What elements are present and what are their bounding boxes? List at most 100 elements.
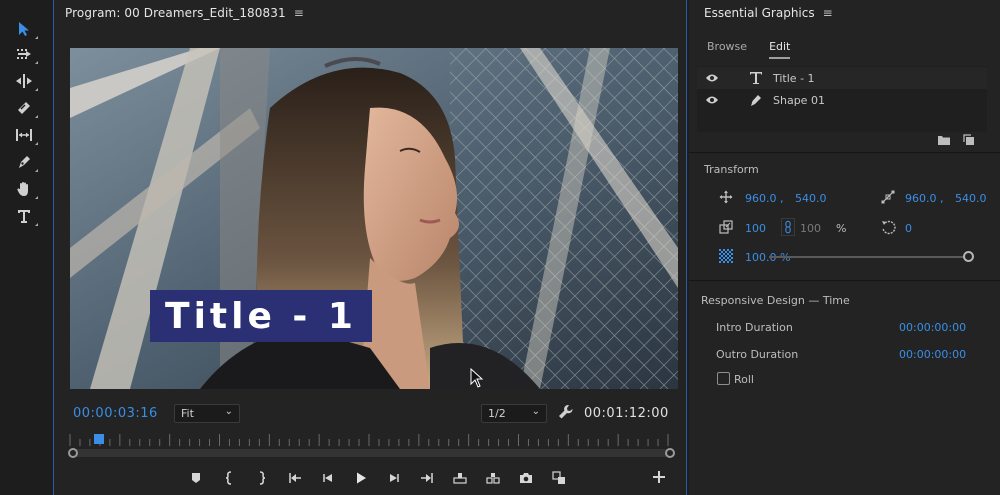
pen-tool[interactable] — [12, 151, 38, 173]
camera-icon — [519, 473, 532, 483]
hand-tool[interactable] — [12, 178, 38, 200]
mark-out-button[interactable] — [245, 468, 278, 488]
mark-in-button[interactable] — [212, 468, 245, 488]
selection-tool[interactable] — [12, 18, 38, 40]
intro-duration-label: Intro Duration — [716, 321, 793, 334]
settings-wrench-icon[interactable] — [558, 404, 574, 420]
tools-panel — [0, 0, 52, 495]
tab-edit[interactable]: Edit — [769, 40, 791, 59]
scale-unit: % — [836, 222, 847, 235]
transport-controls — [179, 468, 575, 488]
video-frame[interactable]: Title - 1 — [70, 48, 678, 389]
scale-icon — [719, 220, 733, 234]
pen-icon — [751, 95, 761, 106]
layer-row-title[interactable]: Title - 1 — [697, 67, 987, 89]
eye-icon[interactable] — [705, 73, 719, 83]
go-to-in-button[interactable] — [278, 468, 311, 488]
button-editor-plus-icon[interactable] — [651, 469, 667, 485]
zoom-scroll-handle-right[interactable] — [665, 448, 675, 458]
layer-name: Shape 01 — [773, 93, 825, 107]
type-tool[interactable] — [12, 205, 38, 227]
mark-in-icon — [225, 471, 231, 485]
track-select-forward-tool[interactable] — [12, 43, 38, 65]
zoom-level-select[interactable]: Fit ⌄ — [174, 404, 240, 423]
ripple-edit-icon — [16, 74, 32, 88]
scale-linked-value[interactable]: 100 — [800, 222, 821, 235]
eye-icon[interactable] — [705, 95, 719, 105]
chevron-down-icon: ⌄ — [531, 406, 540, 417]
marker-icon — [191, 473, 200, 483]
selection-tool-icon — [19, 22, 29, 36]
link-icon[interactable] — [781, 218, 795, 236]
slip-icon — [16, 129, 32, 141]
extract-button[interactable] — [476, 468, 509, 488]
play-button[interactable] — [344, 468, 377, 488]
layer-name: Title - 1 — [773, 71, 815, 85]
mark-out-icon — [259, 471, 265, 485]
time-ruler[interactable] — [66, 432, 672, 446]
panel-menu-icon[interactable]: ≡ — [294, 6, 304, 20]
zoom-scroll-handle-left[interactable] — [68, 448, 78, 458]
layer-actions — [937, 134, 975, 146]
rotation-icon — [882, 220, 896, 235]
playhead[interactable] — [93, 434, 104, 444]
new-layer-icon[interactable] — [963, 134, 975, 146]
zoom-level-value: Fit — [181, 407, 194, 420]
type-icon — [750, 72, 762, 84]
add-marker-button[interactable] — [179, 468, 212, 488]
program-monitor-panel: Program: 00 Dreamers_Edit_180831 ≡ Title… — [53, 0, 687, 495]
panel-menu-icon[interactable]: ≡ — [823, 6, 833, 20]
opacity-slider-knob[interactable] — [963, 251, 974, 262]
essential-graphics-title: Essential Graphics ≡ — [704, 6, 833, 20]
step-back-button[interactable] — [311, 468, 344, 488]
position-y-value[interactable]: 540.0 — [795, 192, 827, 205]
razor-tool[interactable] — [12, 97, 38, 119]
mouse-cursor-icon — [470, 368, 484, 388]
export-frame-button[interactable] — [509, 468, 542, 488]
eg-tab-bar: Browse Edit — [707, 40, 791, 59]
zoom-scroll-bar[interactable] — [72, 449, 670, 457]
position-x-value[interactable]: 960.0 , — [745, 192, 783, 205]
roll-label: Roll — [734, 373, 754, 386]
divider — [689, 280, 1000, 281]
duration-timecode: 00:01:12:00 — [584, 406, 669, 421]
title-overlay-box[interactable]: Title - 1 — [150, 290, 372, 342]
chevron-down-icon: ⌄ — [224, 406, 233, 417]
ripple-edit-tool[interactable] — [12, 70, 38, 92]
lift-button[interactable] — [443, 468, 476, 488]
intro-duration-value[interactable]: 00:00:00:00 — [899, 321, 966, 334]
razor-icon — [18, 102, 30, 114]
divider — [689, 152, 1000, 153]
go-to-out-button[interactable] — [410, 468, 443, 488]
position-icon — [719, 190, 733, 204]
go-to-out-icon — [420, 473, 433, 483]
opacity-slider-track[interactable] — [769, 256, 965, 258]
folder-icon[interactable] — [937, 134, 951, 146]
comparison-view-button[interactable] — [542, 468, 575, 488]
essential-graphics-title-text: Essential Graphics — [704, 6, 815, 20]
step-forward-button[interactable] — [377, 468, 410, 488]
step-forward-icon — [389, 474, 399, 482]
layer-row-shape[interactable]: Shape 01 — [697, 89, 987, 111]
extract-icon — [485, 473, 500, 484]
anchor-y-value[interactable]: 540.0 — [955, 192, 987, 205]
current-timecode[interactable]: 00:00:03:16 — [73, 406, 158, 421]
anchor-x-value[interactable]: 960.0 , — [905, 192, 943, 205]
track-select-forward-icon — [17, 49, 31, 59]
step-back-icon — [322, 474, 332, 482]
slip-tool[interactable] — [12, 124, 38, 146]
layers-list: Title - 1 Shape 01 — [697, 66, 987, 132]
opacity-icon — [719, 249, 733, 263]
tab-browse[interactable]: Browse — [707, 40, 747, 59]
comparison-view-icon — [551, 471, 565, 484]
lift-icon — [452, 473, 467, 484]
playback-resolution-select[interactable]: 1/2 ⌄ — [481, 404, 547, 423]
rotation-value[interactable]: 0 — [905, 222, 912, 235]
roll-checkbox[interactable] — [717, 372, 730, 385]
outro-duration-value[interactable]: 00:00:00:00 — [899, 348, 966, 361]
scale-value[interactable]: 100 — [745, 222, 766, 235]
type-icon — [18, 210, 30, 223]
title-overlay-text[interactable]: Title - 1 — [165, 296, 357, 337]
resolution-value: 1/2 — [488, 407, 506, 420]
go-to-in-icon — [288, 473, 301, 483]
